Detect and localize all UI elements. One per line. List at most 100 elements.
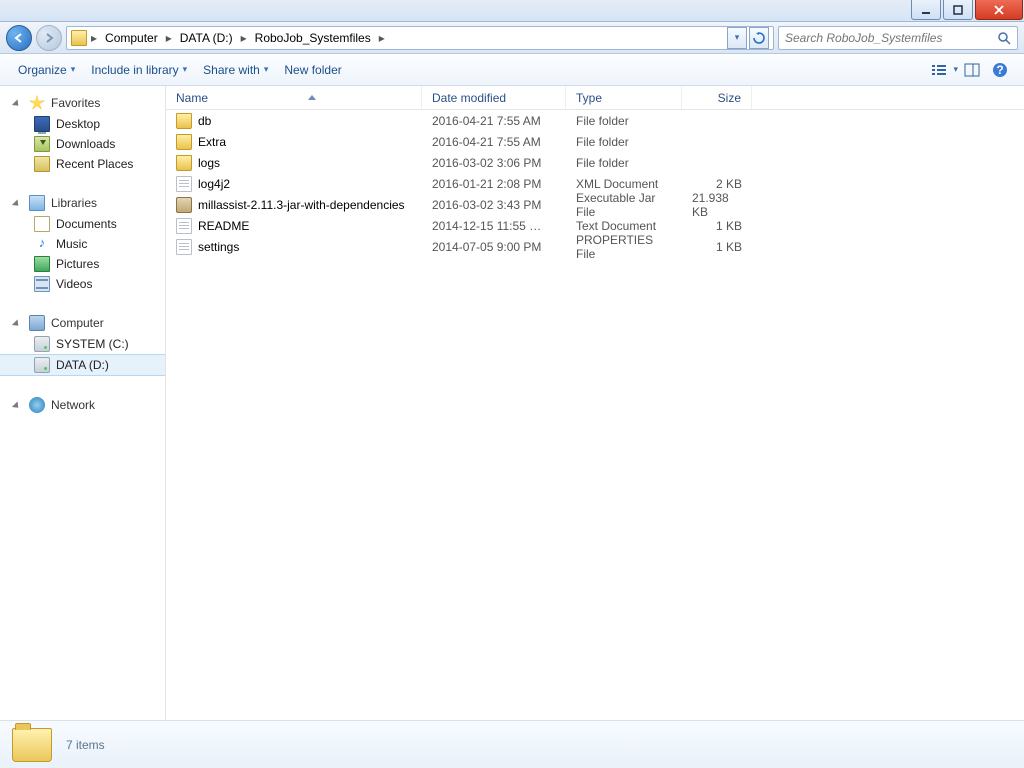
breadcrumb-segment[interactable]: RoboJob_Systemfiles (251, 31, 375, 45)
sort-asc-icon (308, 95, 316, 100)
view-options-button[interactable] (927, 58, 951, 82)
preview-pane-button[interactable] (960, 58, 984, 82)
minimize-button[interactable] (911, 0, 941, 20)
nav-item-drive-d[interactable]: DATA (D:) (0, 354, 165, 376)
folder-icon (176, 134, 192, 150)
xml-icon (176, 176, 192, 192)
drive-icon (34, 336, 50, 352)
file-date: 2016-04-21 7:55 AM (422, 114, 566, 128)
help-button[interactable]: ? (988, 58, 1012, 82)
forward-button[interactable] (36, 25, 62, 51)
file-name: db (198, 114, 211, 128)
file-row[interactable]: db 2016-04-21 7:55 AMFile folder (166, 110, 1024, 131)
file-row[interactable]: logs2016-03-02 3:06 PMFile folder (166, 152, 1024, 173)
column-header-name[interactable]: Name (166, 86, 422, 109)
file-name: README (198, 219, 249, 233)
close-button[interactable] (975, 0, 1023, 20)
nav-group-computer[interactable]: Computer (0, 312, 165, 334)
file-type: Text Document (566, 219, 682, 233)
chevron-right-icon: ▸ (241, 31, 247, 45)
nav-item-videos[interactable]: Videos (0, 274, 165, 294)
star-icon (29, 95, 45, 111)
file-type: File folder (566, 114, 682, 128)
svg-text:?: ? (996, 63, 1003, 77)
share-label: Share with (203, 63, 260, 77)
prop-icon (176, 239, 192, 255)
chevron-right-icon: ▸ (379, 31, 385, 45)
expand-icon (14, 401, 23, 410)
file-size: 1 KB (682, 240, 752, 254)
refresh-button[interactable] (749, 27, 769, 49)
file-date: 2016-03-02 3:43 PM (422, 198, 566, 212)
new-folder-button[interactable]: New folder (276, 59, 349, 81)
nav-item-drive-c[interactable]: SYSTEM (C:) (0, 334, 165, 354)
history-dropdown-button[interactable]: ▾ (727, 27, 747, 49)
navigation-pane: Favorites Desktop Downloads Recent Place… (0, 86, 166, 720)
column-header-type[interactable]: Type (566, 86, 682, 109)
nav-group-label: Network (51, 398, 95, 412)
computer-icon (29, 315, 45, 331)
column-headers: Name Date modified Type Size (166, 86, 1024, 110)
file-type: File folder (566, 135, 682, 149)
file-type: XML Document (566, 177, 682, 191)
drive-icon (34, 357, 50, 373)
documents-icon (34, 216, 50, 232)
file-date: 2016-01-21 2:08 PM (422, 177, 566, 191)
maximize-button[interactable] (943, 0, 973, 20)
column-header-size[interactable]: Size (682, 86, 752, 109)
file-name: settings (198, 240, 239, 254)
back-button[interactable] (6, 25, 32, 51)
file-size: 21.938 KB (682, 191, 752, 219)
chevron-right-icon: ▸ (166, 31, 172, 45)
nav-item-label: Documents (56, 217, 117, 231)
downloads-icon (34, 136, 50, 152)
chevron-right-icon: ▸ (91, 31, 97, 45)
desktop-icon (34, 116, 50, 132)
address-bar: ▸ Computer ▸ DATA (D:) ▸ RoboJob_Systemf… (0, 22, 1024, 54)
file-date: 2014-12-15 11:55 … (422, 219, 566, 233)
music-icon: ♪ (34, 236, 50, 252)
nav-group-favorites[interactable]: Favorites (0, 92, 165, 114)
search-box[interactable] (778, 26, 1018, 50)
nav-group-network[interactable]: Network (0, 394, 165, 416)
nav-item-downloads[interactable]: Downloads (0, 134, 165, 154)
share-with-menu[interactable]: Share with▾ (195, 59, 276, 81)
folder-icon (176, 155, 192, 171)
file-name: millassist-2.11.3-jar-with-dependencies (198, 198, 405, 212)
nav-item-recent-places[interactable]: Recent Places (0, 154, 165, 174)
nav-group-label: Favorites (51, 96, 100, 110)
file-type: Executable Jar File (566, 191, 682, 219)
file-name: logs (198, 156, 220, 170)
search-input[interactable] (785, 31, 997, 45)
txt-icon (176, 218, 192, 234)
nav-item-music[interactable]: ♪ Music (0, 234, 165, 254)
nav-group-label: Computer (51, 316, 104, 330)
nav-group-libraries[interactable]: Libraries (0, 192, 165, 214)
status-text: 7 items (66, 738, 105, 752)
nav-item-label: Music (56, 237, 87, 251)
nav-item-desktop[interactable]: Desktop (0, 114, 165, 134)
file-row[interactable]: millassist-2.11.3-jar-with-dependencies 2… (166, 194, 1024, 215)
file-row[interactable]: settings2014-07-05 9:00 PMPROPERTIES Fil… (166, 236, 1024, 257)
organize-menu[interactable]: Organize▾ (10, 59, 83, 81)
status-bar: 7 items (0, 720, 1024, 768)
file-list: Name Date modified Type Size db 2016-04-2… (166, 86, 1024, 720)
nav-item-pictures[interactable]: Pictures (0, 254, 165, 274)
file-size: 2 KB (682, 177, 752, 191)
column-label: Type (576, 91, 602, 105)
breadcrumb-segment[interactable]: Computer (101, 31, 162, 45)
file-date: 2016-04-21 7:55 AM (422, 135, 566, 149)
breadcrumb-segment[interactable]: DATA (D:) (176, 31, 237, 45)
breadcrumb[interactable]: ▸ Computer ▸ DATA (D:) ▸ RoboJob_Systemf… (66, 26, 774, 50)
file-name: log4j2 (198, 177, 230, 191)
column-header-date[interactable]: Date modified (422, 86, 566, 109)
file-date: 2016-03-02 3:06 PM (422, 156, 566, 170)
nav-item-documents[interactable]: Documents (0, 214, 165, 234)
include-label: Include in library (91, 63, 178, 77)
view-dropdown-icon[interactable]: ▾ (953, 64, 958, 75)
file-type: PROPERTIES File (566, 233, 682, 261)
file-row[interactable]: Extra2016-04-21 7:55 AMFile folder (166, 131, 1024, 152)
search-icon[interactable] (997, 31, 1011, 45)
column-label: Date modified (432, 91, 506, 105)
include-in-library-menu[interactable]: Include in library▾ (83, 59, 195, 81)
